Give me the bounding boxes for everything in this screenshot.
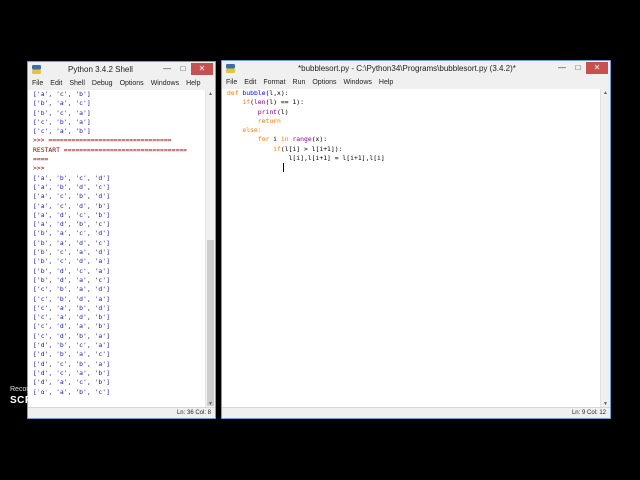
editor-window-controls: — □ ✕ xyxy=(554,62,608,74)
shell-menu-shell[interactable]: Shell xyxy=(69,78,85,90)
shell-window: Python 3.4.2 Shell — □ ✕ File Edit Shell… xyxy=(28,62,215,418)
shell-line: ['c', 'a', 'b'] xyxy=(33,127,91,136)
shell-output[interactable]: ['a', 'c', 'b'] ['b', 'a', 'c'] ['b', 'c',… xyxy=(28,90,205,408)
code-line-4: return xyxy=(257,116,281,125)
code-line-6: for i in range(x): xyxy=(257,135,328,144)
shell-line: RESTART ================================ xyxy=(33,145,187,154)
minimize-icon[interactable]: — xyxy=(159,63,175,75)
editor-statusbar: Ln: 9 Col: 12 xyxy=(222,407,610,418)
shell-cursor-position: Ln: 36 Col: 8 xyxy=(176,410,211,416)
code-line-5: else: xyxy=(242,126,262,135)
code-line-2: if(len(l) == 1): xyxy=(242,98,304,107)
shell-menu-debug[interactable]: Debug xyxy=(92,78,113,90)
shell-line: ['a', 'c', 'b', 'd'] xyxy=(33,192,110,201)
shell-scrollbar[interactable]: ▲ ▼ xyxy=(205,90,215,408)
shell-line: ['a', 'b', 'd', 'c'] xyxy=(33,182,110,191)
watermark-brand: SCREENCAST-O-MATIC xyxy=(10,395,133,406)
editor-cursor-position: Ln: 9 Col: 12 xyxy=(571,410,606,416)
editor-menu-run[interactable]: Run xyxy=(293,77,306,89)
code-line-8: l[i],l[i+1] = l[i+1],l[i] xyxy=(288,154,385,163)
close-icon[interactable]: ✕ xyxy=(191,63,213,75)
editor-menu-windows[interactable]: Windows xyxy=(343,77,371,89)
editor-scrollbar[interactable]: ▲ ▼ xyxy=(600,89,610,408)
shell-scroll-thumb[interactable] xyxy=(207,240,214,406)
screencast-watermark: Recorded with SCREENCAST-O-MATIC xyxy=(10,386,133,406)
watermark-recorded-text: Recorded with xyxy=(10,386,55,393)
shell-line: ['c', 'b', 'd', 'a'] xyxy=(33,294,110,303)
editor-title: *bubblesort.py - C:\Python34\Programs\bu… xyxy=(298,64,516,73)
code-line-1: def bubble(l,x): xyxy=(227,89,289,97)
shell-line: ['d', 'c', 'b', 'a'] xyxy=(33,359,110,368)
editor-menu-help[interactable]: Help xyxy=(379,77,393,89)
shell-line: ['a', 'c', 'b'] xyxy=(33,90,91,98)
shell-statusbar: Ln: 36 Col: 8 xyxy=(28,407,215,418)
editor-menu-file[interactable]: File xyxy=(226,77,237,89)
shell-line: ['a', 'd', 'b', 'c'] xyxy=(33,220,110,229)
scroll-up-icon[interactable]: ▲ xyxy=(206,90,215,98)
shell-line: ['c', 'a', 'b', 'd'] xyxy=(33,303,110,312)
code-editor[interactable]: def bubble(l,x): if(len(l) == 1): print(… xyxy=(222,89,600,408)
scroll-up-icon[interactable]: ▲ xyxy=(601,89,610,97)
shell-line: ['a', 'd', 'c', 'b'] xyxy=(33,210,110,219)
shell-menubar: File Edit Shell Debug Options Windows He… xyxy=(28,78,215,90)
shell-line: ['b', 'a', 'c', 'd'] xyxy=(33,229,110,238)
shell-line: ==== xyxy=(33,155,49,164)
text-cursor xyxy=(283,163,284,172)
shell-line: ['c', 'b', 'a'] xyxy=(33,117,91,126)
shell-line: ['c', 'a', 'd', 'b'] xyxy=(33,313,110,322)
shell-line: >>> ================================ xyxy=(33,136,172,145)
shell-titlebar[interactable]: Python 3.4.2 Shell — □ ✕ xyxy=(28,62,215,79)
close-icon[interactable]: ✕ xyxy=(586,62,608,74)
shell-line: ['d', 'b', 'c', 'a'] xyxy=(33,341,110,350)
shell-line: ['b', 'c', 'd', 'a'] xyxy=(33,257,110,266)
shell-line: ['d', 'b', 'a', 'c'] xyxy=(33,350,110,359)
shell-window-controls: — □ ✕ xyxy=(159,63,213,75)
shell-line: ['b', 'c', 'a'] xyxy=(33,108,91,117)
shell-menu-edit[interactable]: Edit xyxy=(50,78,62,90)
shell-menu-windows[interactable]: Windows xyxy=(151,78,179,90)
minimize-icon[interactable]: — xyxy=(554,62,570,74)
python-icon xyxy=(32,65,41,74)
code-line-3: print(l) xyxy=(257,107,289,116)
shell-line: ['b', 'a', 'c'] xyxy=(33,99,91,108)
shell-line: ['c', 'd', 'b', 'a'] xyxy=(33,331,110,340)
shell-line: ['b', 'd', 'a', 'c'] xyxy=(33,275,110,284)
shell-line: ['b', 'a', 'd', 'c'] xyxy=(33,238,110,247)
editor-menu-edit[interactable]: Edit xyxy=(244,77,256,89)
shell-menu-file[interactable]: File xyxy=(32,78,43,90)
editor-menu-options[interactable]: Options xyxy=(312,77,336,89)
maximize-icon[interactable]: □ xyxy=(175,63,191,75)
shell-line: >>> xyxy=(33,164,45,173)
editor-menu-format[interactable]: Format xyxy=(263,77,285,89)
shell-menu-options[interactable]: Options xyxy=(120,78,144,90)
shell-menu-help[interactable]: Help xyxy=(186,78,200,90)
shell-line: ['b', 'c', 'a', 'd'] xyxy=(33,248,110,257)
code-line-7: if(l[i] > l[i+1]): xyxy=(273,144,343,153)
shell-line: ['c', 'd', 'a', 'b'] xyxy=(33,322,110,331)
shell-line: ['d', 'c', 'a', 'b'] xyxy=(33,368,110,377)
editor-menubar: File Edit Format Run Options Windows Hel… xyxy=(222,77,610,89)
maximize-icon[interactable]: □ xyxy=(570,62,586,74)
shell-line: ['a', 'b', 'c', 'd'] xyxy=(33,173,110,182)
shell-line: ['c', 'b', 'a', 'd'] xyxy=(33,285,110,294)
python-icon xyxy=(226,64,235,73)
shell-title: Python 3.4.2 Shell xyxy=(68,65,133,74)
shell-line: ['a', 'c', 'd', 'b'] xyxy=(33,201,110,210)
editor-window: *bubblesort.py - C:\Python34\Programs\bu… xyxy=(222,61,610,418)
editor-titlebar[interactable]: *bubblesort.py - C:\Python34\Programs\bu… xyxy=(222,61,610,78)
shell-line: ['b', 'd', 'c', 'a'] xyxy=(33,266,110,275)
